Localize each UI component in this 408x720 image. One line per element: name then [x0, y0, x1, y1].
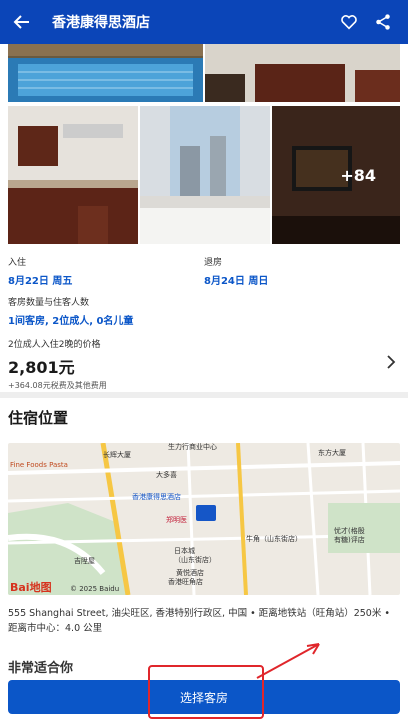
guests-label: 客房数量与住客人数: [8, 298, 90, 308]
more-photos-count: +84: [340, 166, 376, 185]
price-label: 2位成人入住2晚的价格: [8, 340, 101, 350]
pointer-arrow-icon: [256, 643, 320, 679]
svg-text:忧才(格殷: 忧才(格殷: [334, 526, 365, 535]
bedroom-photo[interactable]: [140, 106, 270, 244]
date-section[interactable]: 入住 8月22日 周五 退房 8月24日 周日: [8, 255, 400, 287]
svg-text:黄悦酒店: 黄悦酒店: [176, 568, 204, 577]
svg-text:（山东街店）: （山东街店）: [174, 555, 216, 564]
svg-text:东方大厦: 东方大厦: [318, 448, 346, 457]
tv-photo[interactable]: +84: [272, 106, 400, 244]
svg-text:Bai地图: Bai地图: [10, 580, 52, 594]
checkin-block[interactable]: 入住 8月22日 周五: [8, 255, 72, 287]
highlight-box: [148, 665, 264, 719]
photo-gallery[interactable]: +84: [0, 44, 408, 244]
guests-value: 1间客房, 2位成人, 0名儿童: [8, 316, 134, 327]
app-bar: 香港康得思酒店: [0, 0, 408, 44]
svg-text:Fine Foods Pasta: Fine Foods Pasta: [10, 461, 68, 469]
heart-icon[interactable]: [340, 13, 358, 31]
guests-block[interactable]: 客房数量与住客人数 1间客房, 2位成人, 0名儿童: [8, 295, 133, 327]
back-arrow-icon[interactable]: [12, 12, 32, 32]
checkout-label: 退房: [204, 258, 223, 268]
pool-photo[interactable]: [8, 44, 203, 102]
price-tax: +364.08元税费及其他费用: [8, 381, 107, 390]
checkout-date: 8月24日 周日: [204, 276, 269, 287]
svg-text:吉陞屋: 吉陞屋: [74, 556, 95, 565]
svg-text:牛角（山东街店）: 牛角（山东街店）: [246, 534, 302, 543]
hotel-address: 555 Shanghai Street, 油尖旺区, 香港特别行政区, 中国 •…: [8, 608, 390, 634]
svg-text:© 2025 Baidu: © 2025 Baidu: [70, 585, 119, 593]
svg-text:生力行商业中心: 生力行商业中心: [168, 443, 217, 451]
section-divider: [0, 392, 408, 398]
chevron-right-icon[interactable]: [386, 355, 396, 369]
svg-text:大多喜: 大多喜: [156, 470, 177, 479]
location-title: 住宿位置: [8, 409, 69, 427]
svg-text:香港康得思酒店: 香港康得思酒店: [132, 492, 181, 501]
lounge-photo[interactable]: [205, 44, 400, 102]
kitchen-photo[interactable]: [8, 106, 138, 244]
checkin-date: 8月22日 周五: [8, 276, 73, 287]
svg-text:长辉大厦: 长辉大厦: [103, 450, 131, 459]
checkin-label: 入住: [8, 258, 27, 268]
price-amount: 2,801元: [8, 358, 75, 377]
svg-text:有糖)评店: 有糖)评店: [334, 535, 365, 544]
location-map[interactable]: 生力行商业中心 长辉大厦 东方大厦 Fine Foods Pasta 大多喜 香…: [8, 443, 400, 595]
checkout-block[interactable]: 退房 8月24日 周日: [204, 255, 268, 287]
svg-text:香港旺角店: 香港旺角店: [168, 577, 203, 586]
svg-text:郑明医: 郑明医: [166, 516, 187, 524]
page-title: 香港康得思酒店: [52, 15, 150, 31]
svg-text:日本城: 日本城: [174, 546, 195, 555]
price-block[interactable]: 2位成人入住2晚的价格 2,801元 +364.08元税费及其他费用: [8, 337, 400, 391]
share-icon[interactable]: [374, 13, 392, 31]
